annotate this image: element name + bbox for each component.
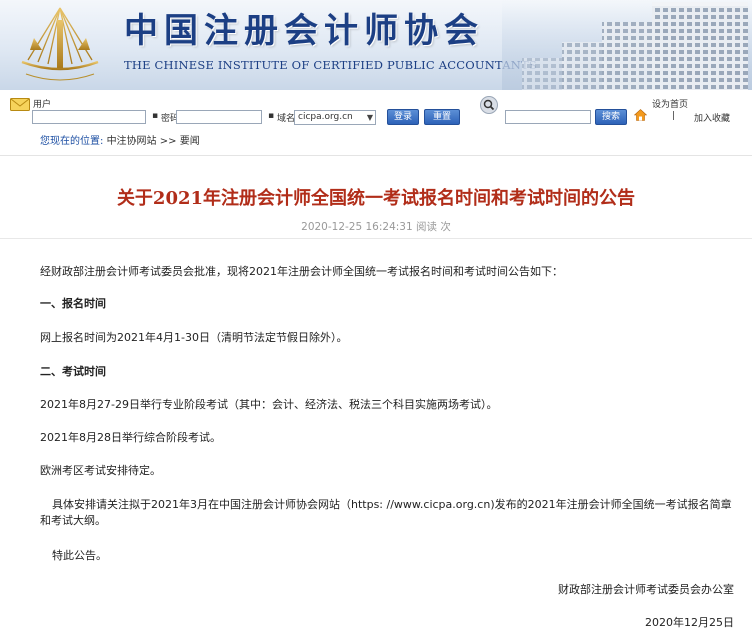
set-homepage-link[interactable]: 设为首页 [652,97,688,110]
site-banner: 中国注册会计师协会 THE CHINESE INSTITUTE OF CERTI… [0,0,752,92]
search-button[interactable]: 搜索 [595,109,627,125]
breadcrumb: 您现在的位置: 中注协网站 >> 要闻 [40,132,200,147]
domain-icon: ▪ [268,111,275,121]
reset-button[interactable]: 重置 [424,109,460,125]
breadcrumb-separator: >> [159,136,177,147]
section-heading-registration: 一、报名时间 [40,297,106,310]
breadcrumb-home-link[interactable]: 中注协网站 [107,136,157,147]
header-divider [0,155,752,156]
breadcrumb-current-link[interactable]: 要闻 [180,136,200,147]
europe-exam-text: 欧洲考区考试安排待定。 [40,464,161,477]
password-input[interactable] [176,110,262,124]
exam-professional-text: 2021年8月27-29日举行专业阶段考试（其中：会计、经济法、税法三个科目实施… [40,398,498,411]
building-illustration [502,0,752,90]
favorite-icon: | [672,111,676,121]
domain-label: 域名 [277,114,296,124]
search-input[interactable] [505,110,591,124]
arrangement-text: 具体安排请关注拟于2021年3月在中国注册会计师协会网站（https: //ww… [40,498,732,527]
signature-text: 财政部注册会计师考试委员会办公室 [558,583,734,596]
meta-divider [0,238,752,239]
closing-text: 特此公告。 [52,549,107,562]
chevron-down-icon: ▼ [366,113,373,122]
section-heading-exam: 二、考试时间 [40,365,106,378]
site-title-cn: 中国注册会计师协会 [124,11,484,51]
breadcrumb-label: 您现在的位置: [40,136,104,147]
article-meta: 2020-12-25 16:24:31 阅读 次 [301,221,451,233]
login-button[interactable]: 登录 [387,109,419,125]
registration-time-text: 网上报名时间为2021年4月1-30日（清明节法定节假日除外）。 [40,331,348,344]
date-text: 2020年12月25日 [645,616,734,629]
domain-select[interactable]: cicpa.org.cn ▼ [294,110,376,125]
user-label: 用户 [33,100,52,110]
login-search-toolbar: 用户 ▪ 密码 ▪ 域名 cicpa.org.cn ▼ 登录 重置 搜索 设为首… [0,92,752,128]
site-title-en: THE CHINESE INSTITUTE OF CERTIFIED PUBLI… [124,58,537,72]
username-input[interactable] [32,110,146,124]
password-icon: ▪ [152,111,159,121]
envelope-icon [10,98,30,111]
article-intro: 经财政部注册会计师考试委员会批准，现将2021年注册会计师全国统一考试报名时间和… [40,265,563,278]
cicpa-logo-icon [21,7,99,81]
home-icon [634,109,647,121]
article-title: 关于2021年注册会计师全国统一考试报名时间和考试时间的公告 [116,188,636,209]
search-icon [480,96,498,114]
exam-comprehensive-text: 2021年8月28日举行综合阶段考试。 [40,431,221,444]
domain-select-value: cicpa.org.cn [298,112,353,122]
add-favorite-link[interactable]: 加入收藏 [694,111,730,124]
